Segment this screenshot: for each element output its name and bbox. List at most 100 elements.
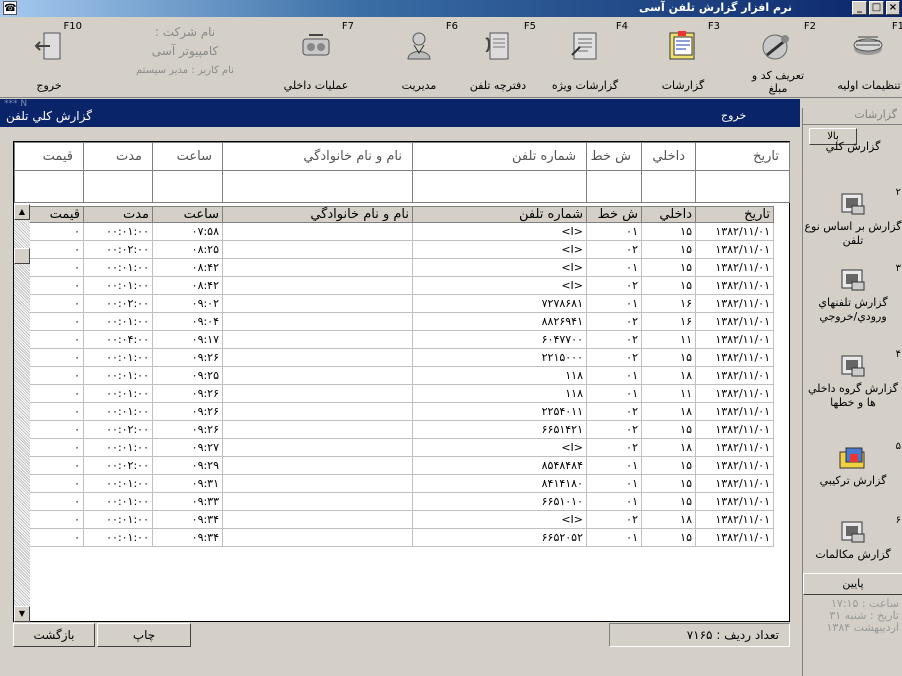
table-row[interactable]: ۱۳۸۲/۱۱/۰۱ ۱۶ ۰۲ ۸۸۲۶۹۴۱ ۰۹:۰۴ ۰۰:۰۱:۰۰ ۰ bbox=[14, 312, 774, 331]
column-header[interactable]: ش خط bbox=[586, 206, 642, 223]
table-cell: ۰۰:۰۱:۰۰ bbox=[83, 276, 153, 295]
table-cell: ۰۱ bbox=[586, 222, 642, 241]
sidebar-item-in-out-calls[interactable]: ۳ گزارش تلفنهاي ورودي/خروجي bbox=[803, 263, 902, 324]
table-cell bbox=[222, 294, 413, 313]
table-cell: ۱۳۸۲/۱۱/۰۱ bbox=[695, 384, 774, 403]
table-row[interactable]: ۱۳۸۲/۱۱/۰۱ ۱۱ ۰۱ ۱۱۸ ۰۹:۲۶ ۰۰:۰۱:۰۰ ۰ bbox=[14, 384, 774, 403]
sidebar-item-internal-groups[interactable]: ۴ گزارش گروه داخلي ها و خطها bbox=[803, 349, 902, 410]
table-cell: ۰۰:۰۲:۰۰ bbox=[83, 420, 153, 439]
table-row[interactable]: ۱۳۸۲/۱۱/۰۱ ۱۵ ۰۱ ۶۶۵۲۰۵۲ ۰۹:۳۴ ۰۰:۰۱:۰۰ ۰ bbox=[14, 528, 774, 547]
back-button[interactable]: بازگشت bbox=[13, 623, 95, 647]
table-row[interactable]: ۱۳۸۲/۱۱/۰۱ ۱۵ ۰۱ <I> ۰۸:۴۲ ۰۰:۰۱:۰۰ ۰ bbox=[14, 258, 774, 277]
table-row[interactable]: ۱۳۸۲/۱۱/۰۱ ۱۵ ۰۱ ۸۴۱۴۱۸۰ ۰۹:۳۱ ۰۰:۰۱:۰۰ ۰ bbox=[14, 474, 774, 493]
phone-app-icon[interactable]: ☎ bbox=[3, 1, 17, 15]
table-cell: ۰۰:۰۱:۰۰ bbox=[83, 510, 153, 529]
table-cell: ۱۶ bbox=[641, 294, 696, 313]
print-button[interactable]: چاپ bbox=[97, 623, 191, 647]
column-header[interactable]: مدت bbox=[83, 206, 153, 223]
table-cell: ۰۲ bbox=[586, 402, 642, 421]
toolbar-button-settings[interactable]: F1 تنظيمات اوليه bbox=[836, 21, 902, 95]
scroll-thumb[interactable] bbox=[14, 248, 30, 264]
table-row[interactable]: ۱۳۸۲/۱۱/۰۱ ۱۸ ۰۱ ۱۱۸ ۰۹:۲۵ ۰۰:۰۱:۰۰ ۰ bbox=[14, 366, 774, 385]
sidebar-item-by-phone-type[interactable]: ۲ گزارش بر اساس نوع تلفن bbox=[803, 187, 902, 248]
column-header[interactable]: نام و نام خانوادگي bbox=[222, 206, 413, 223]
table-cell bbox=[222, 474, 413, 493]
column-header[interactable]: شماره تلفن bbox=[412, 206, 587, 223]
table-row[interactable]: ۱۳۸۲/۱۱/۰۱ ۱۸ ۰۲ <I> ۰۹:۳۴ ۰۰:۰۱:۰۰ ۰ bbox=[14, 510, 774, 529]
table-cell: ۰۱ bbox=[586, 492, 642, 511]
sidebar-down-button[interactable]: پايين bbox=[803, 573, 902, 595]
table-cell: ۰۹:۰۲ bbox=[152, 294, 223, 313]
table-cell bbox=[222, 222, 413, 241]
table-cell bbox=[222, 240, 413, 259]
sidebar-item-general-report[interactable]: گزارش کلي bbox=[803, 140, 902, 154]
table-row[interactable]: ۱۳۸۲/۱۱/۰۱ ۱۵ ۰۲ <I> ۰۸:۴۲ ۰۰:۰۱:۰۰ ۰ bbox=[14, 276, 774, 295]
filter-input-cell[interactable] bbox=[695, 170, 790, 203]
table-row[interactable]: ۱۳۸۲/۱۱/۰۱ ۱۶ ۰۱ ۷۲۷۸۶۸۱ ۰۹:۰۲ ۰۰:۰۲:۰۰ ۰ bbox=[14, 294, 774, 313]
table-cell: <I> bbox=[412, 276, 587, 295]
table-cell bbox=[222, 420, 413, 439]
column-header[interactable]: تاريخ bbox=[695, 206, 774, 223]
column-header[interactable]: ساعت bbox=[152, 206, 223, 223]
table-cell: ۱۳۸۲/۱۱/۰۱ bbox=[695, 222, 774, 241]
table-row[interactable]: ۱۳۸۲/۱۱/۰۱ ۱۵ ۰۱ <I> ۰۷:۵۸ ۰۰:۰۱:۰۰ ۰ bbox=[14, 222, 774, 241]
report-footer: بازگشت چاپ تعداد رديف : ۷۱۶۵ bbox=[13, 623, 790, 651]
table-cell: ۷۲۷۸۶۸۱ bbox=[412, 294, 587, 313]
vertical-scrollbar[interactable]: ▲ ▼ bbox=[14, 204, 30, 622]
sidebar-item-label: گزارش کلي bbox=[825, 140, 881, 153]
filter-input-cell[interactable] bbox=[152, 170, 223, 203]
table-row[interactable]: ۱۳۸۲/۱۱/۰۱ ۱۵ ۰۲ <I> ۰۸:۲۵ ۰۰:۰۲:۰۰ ۰ bbox=[14, 240, 774, 259]
table-cell: ۱۵ bbox=[641, 240, 696, 259]
table-cell: ۱۳۸۲/۱۱/۰۱ bbox=[695, 420, 774, 439]
filter-input-cell[interactable] bbox=[222, 170, 413, 203]
table-cell: ۱۱ bbox=[641, 330, 696, 349]
window-title: نرم افزار گزارش تلفن آسی bbox=[639, 1, 792, 14]
toolbar-button-reports[interactable]: F3 گزارشات bbox=[646, 21, 720, 95]
maximize-button[interactable]: □ bbox=[869, 1, 884, 15]
table-cell bbox=[222, 402, 413, 421]
column-header[interactable]: داخلي bbox=[641, 206, 696, 223]
toolbar-button-phonebook[interactable]: F5 دفترچه تلفن bbox=[458, 21, 538, 95]
close-button[interactable]: × bbox=[886, 1, 900, 15]
table-row[interactable]: ۱۳۸۲/۱۱/۰۱ ۱۸ ۰۲ <I> ۰۹:۲۷ ۰۰:۰۱:۰۰ ۰ bbox=[14, 438, 774, 457]
table-cell: ۶۰۴۷۷۰۰ bbox=[412, 330, 587, 349]
sidebar-item-combined[interactable]: ۵ گزارش ترکيبي bbox=[803, 441, 902, 488]
filter-input-cell[interactable] bbox=[83, 170, 153, 203]
table-row[interactable]: ۱۳۸۲/۱۱/۰۱ ۱۵ ۰۱ ۸۵۴۸۴۸۴ ۰۹:۲۹ ۰۰:۰۲:۰۰ ۰ bbox=[14, 456, 774, 475]
app-window: ☎ نرم افزار گزارش تلفن آسی × □ _ F1 تنظي… bbox=[0, 0, 902, 676]
table-cell: ۱۳۸۲/۱۱/۰۱ bbox=[695, 258, 774, 277]
table-cell: ۰۹:۱۷ bbox=[152, 330, 223, 349]
item-number: ۳ bbox=[895, 263, 901, 274]
report-header-bar: *** N گزارش کلي تلفن خروج bbox=[0, 99, 800, 127]
scroll-down-arrow-icon[interactable]: ▼ bbox=[14, 606, 30, 622]
table-cell: ۰۰:۰۴:۰۰ bbox=[83, 330, 153, 349]
scroll-up-arrow-icon[interactable]: ▲ bbox=[14, 204, 30, 220]
table-row[interactable]: ۱۳۸۲/۱۱/۰۱ ۱۸ ۰۲ ۲۲۵۴۰۱۱ ۰۹:۲۶ ۰۰:۰۱:۰۰ ۰ bbox=[14, 402, 774, 421]
toolbar-button-define-code[interactable]: F2 تعريف کد و مبلغ bbox=[736, 21, 820, 95]
sidebar-item-calls[interactable]: ۶ گزارش مکالمات bbox=[803, 515, 902, 562]
special-reports-icon bbox=[571, 32, 597, 60]
minimize-button[interactable]: _ bbox=[852, 1, 867, 15]
item-number: ۲ bbox=[895, 187, 901, 198]
table-cell: ۰۰:۰۱:۰۰ bbox=[83, 222, 153, 241]
table-cell: ۰۱ bbox=[586, 474, 642, 493]
table-cell: ۱۳۸۲/۱۱/۰۱ bbox=[695, 528, 774, 547]
toolbar-button-special-reports[interactable]: F4 گزارشات ويژه bbox=[538, 21, 632, 95]
table-row[interactable]: ۱۳۸۲/۱۱/۰۱ ۱۵ ۰۲ ۲۲۱۵۰۰۰ ۰۹:۲۶ ۰۰:۰۱:۰۰ ۰ bbox=[14, 348, 774, 367]
table-cell: ۱۵ bbox=[641, 528, 696, 547]
table-cell: ۰۰:۰۱:۰۰ bbox=[83, 474, 153, 493]
table-cell: ۰۲ bbox=[586, 420, 642, 439]
table-cell: ۰۱ bbox=[586, 258, 642, 277]
filter-input-cell[interactable] bbox=[641, 170, 696, 203]
toolbar-button-exit[interactable]: F10 خروج bbox=[14, 21, 84, 95]
toolbar-button-management[interactable]: F6 مديريت bbox=[380, 21, 458, 95]
table-row[interactable]: ۱۳۸۲/۱۱/۰۱ ۱۵ ۰۲ ۶۶۵۱۴۲۱ ۰۹:۲۶ ۰۰:۰۲:۰۰ ۰ bbox=[14, 420, 774, 439]
table-row[interactable]: ۱۳۸۲/۱۱/۰۱ ۱۵ ۰۱ ۶۶۵۱۰۱۰ ۰۹:۳۳ ۰۰:۰۱:۰۰ ۰ bbox=[14, 492, 774, 511]
toolbar-button-internal-ops[interactable]: F7 عمليات داخلي bbox=[270, 21, 362, 95]
report-exit-link[interactable]: خروج bbox=[721, 109, 746, 122]
filter-input-cell[interactable] bbox=[14, 170, 84, 203]
filter-input-cell[interactable] bbox=[586, 170, 642, 203]
table-cell: <I> bbox=[412, 510, 587, 529]
table-row[interactable]: ۱۳۸۲/۱۱/۰۱ ۱۱ ۰۲ ۶۰۴۷۷۰۰ ۰۹:۱۷ ۰۰:۰۴:۰۰ ۰ bbox=[14, 330, 774, 349]
filter-input-cell[interactable] bbox=[412, 170, 587, 203]
